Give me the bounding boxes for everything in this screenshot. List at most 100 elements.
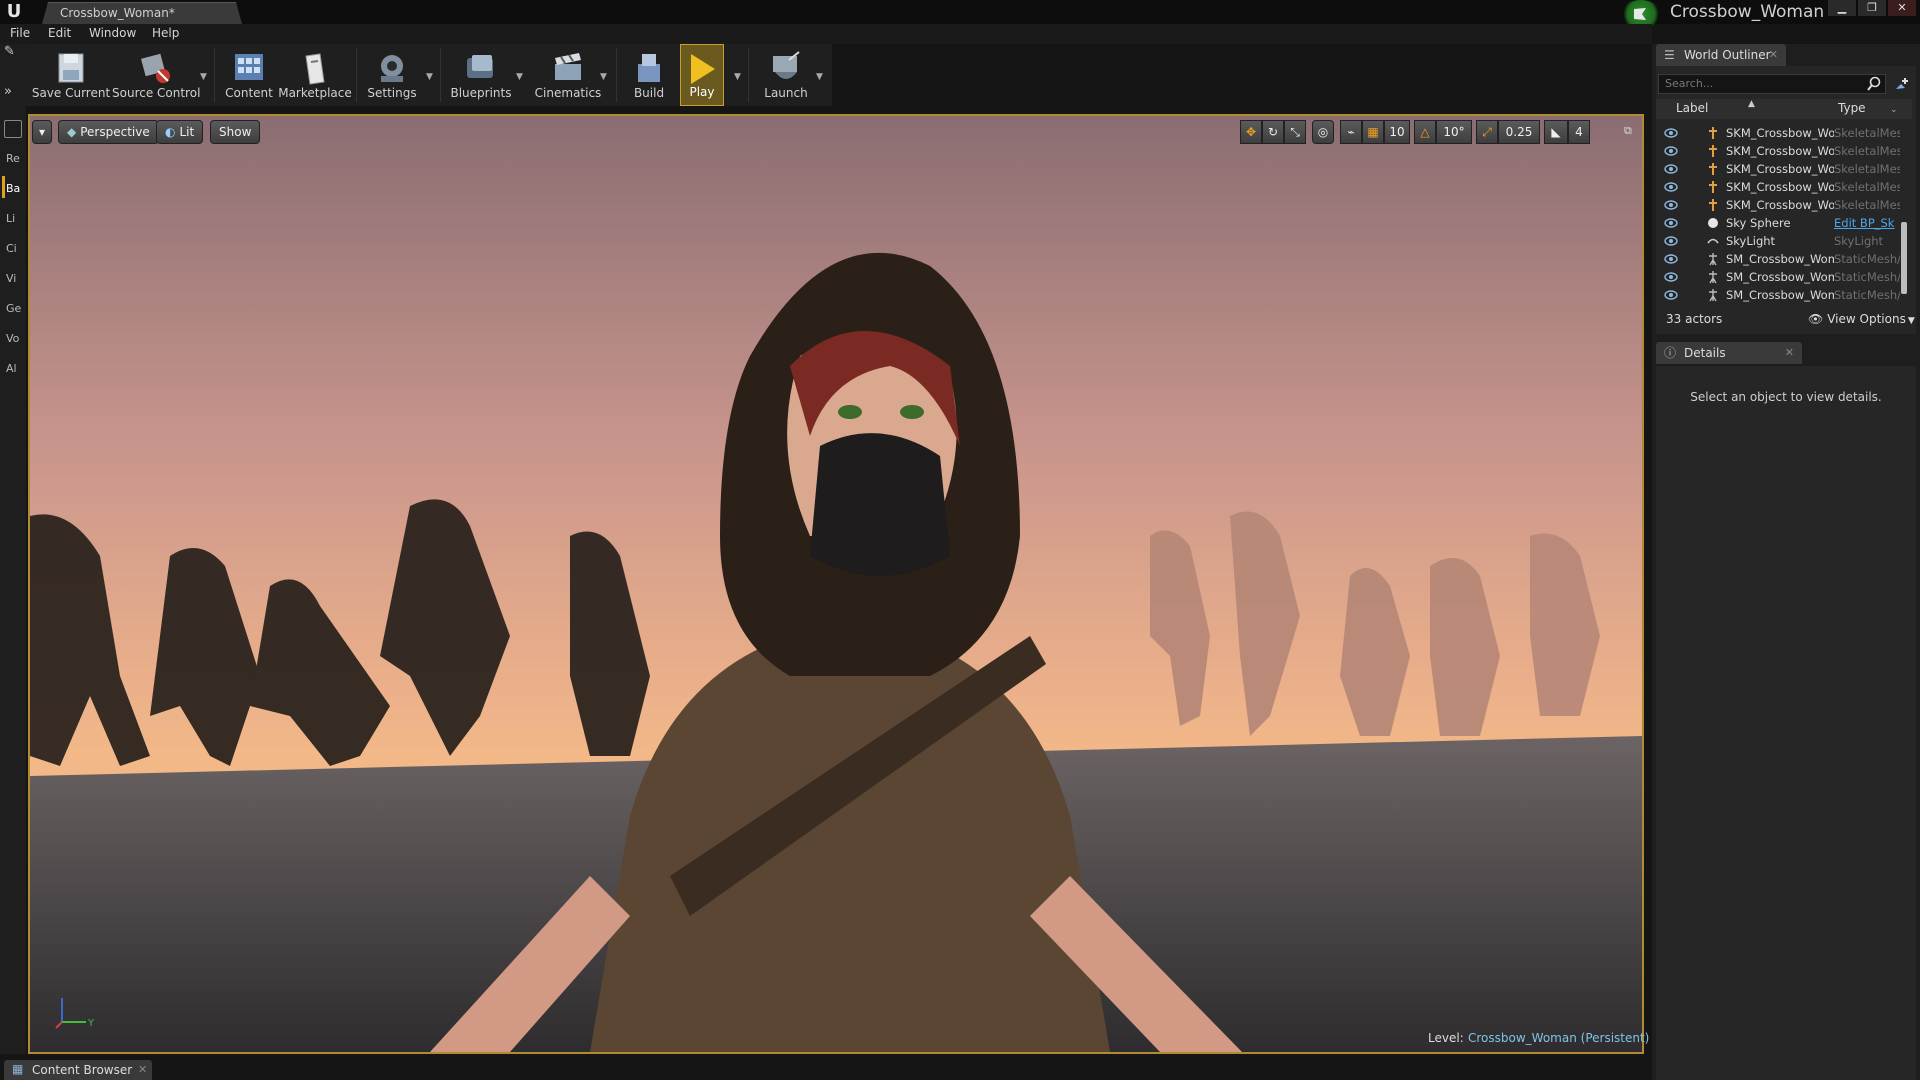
visibility-eye-icon[interactable]	[1664, 217, 1678, 229]
source-control-icon	[141, 53, 170, 83]
actor-type[interactable]: Edit BP_Sk	[1834, 216, 1900, 230]
visibility-eye-icon[interactable]	[1664, 199, 1678, 211]
search-icon[interactable]	[1866, 76, 1882, 92]
translate-mode-icon[interactable]: ✥	[1240, 120, 1262, 144]
outliner-search-input[interactable]: Search...	[1658, 74, 1886, 94]
world-outliner-tab[interactable]: ☰ World Outliner ✕	[1656, 44, 1786, 66]
launch-button[interactable]: Launch	[754, 44, 818, 106]
table-row[interactable]: SM_Crossbow_Wom StaticMesh/	[1656, 286, 1900, 304]
type-dropdown-icon[interactable]: ⌄	[1890, 105, 1898, 115]
table-row[interactable]: SM_Crossbow_Wom StaticMesh/	[1656, 250, 1900, 268]
scale-mode-icon[interactable]: ⤡	[1284, 120, 1306, 144]
play-button[interactable]: Play	[680, 44, 724, 106]
grid-snap-value[interactable]: 10	[1384, 120, 1410, 144]
column-type[interactable]: Type	[1838, 101, 1866, 115]
table-row[interactable]: SKM_Crossbow_Wo SkeletalMes	[1656, 142, 1900, 160]
content-browser-close-icon[interactable]: ✕	[138, 1063, 147, 1076]
visibility-eye-icon[interactable]	[1664, 181, 1678, 193]
blueprints-dropdown-icon[interactable]: ▼	[516, 72, 526, 82]
table-row[interactable]: SM_Crossbow_Wom StaticMesh/	[1656, 268, 1900, 286]
actor-label: SKM_Crossbow_Wo	[1726, 126, 1834, 140]
lit-button[interactable]: ◐ Lit	[156, 120, 204, 144]
rotation-snap-icon[interactable]: △	[1414, 120, 1436, 144]
viewport-options-dropdown-icon[interactable]: ▾	[32, 120, 52, 144]
details-tab[interactable]: ⓘ Details ✕	[1656, 342, 1802, 364]
cinematics-button[interactable]: Cinematics	[528, 44, 608, 106]
maximize-viewport-icon[interactable]: ⧉	[1624, 124, 1638, 138]
source-control-dropdown-icon[interactable]: ▼	[200, 72, 210, 82]
content-button[interactable]: Content	[220, 44, 278, 106]
actor-label: SkyLight	[1726, 234, 1776, 248]
mode-tab-basic[interactable]: Ba	[6, 182, 20, 195]
scale-snap-icon[interactable]: ⤢	[1476, 120, 1498, 144]
table-row[interactable]: SKM_Crossbow_Wo SkeletalMes	[1656, 124, 1900, 142]
outliner-scrollbar[interactable]	[1901, 222, 1907, 294]
add-actor-icon[interactable]	[1893, 75, 1911, 93]
modes-pin-icon[interactable]: ✎	[4, 44, 24, 62]
rotation-snap-value[interactable]: 10°	[1436, 120, 1472, 144]
marketplace-button[interactable]: Marketplace	[278, 44, 352, 106]
level-name[interactable]: Crossbow_Woman (Persistent)	[1468, 1031, 1649, 1045]
surface-snap-icon[interactable]: ⌁	[1340, 120, 1362, 144]
content-browser-tab[interactable]: ▦ Content Browser ✕	[4, 1060, 152, 1080]
menu-file[interactable]: File	[10, 26, 30, 40]
world-local-icon[interactable]: ◎	[1312, 120, 1334, 144]
grid-snap-icon[interactable]: ▦	[1362, 120, 1384, 144]
settings-dropdown-icon[interactable]: ▼	[426, 72, 436, 82]
document-tab[interactable]: Crossbow_Woman*	[42, 2, 242, 24]
camera-speed-value[interactable]: 4	[1568, 120, 1590, 144]
visibility-eye-icon[interactable]	[1664, 289, 1678, 301]
visibility-eye-icon[interactable]	[1664, 127, 1678, 139]
camera-speed-icon[interactable]: ◣	[1544, 120, 1568, 144]
level-viewport[interactable]	[28, 114, 1644, 1054]
minimize-button[interactable]: ▁	[1828, 0, 1856, 16]
menu-help[interactable]: Help	[152, 26, 179, 40]
maximize-button[interactable]: ❐	[1858, 0, 1886, 16]
mode-tab-lights[interactable]: Li	[6, 212, 15, 225]
column-label[interactable]: Label	[1676, 101, 1708, 115]
viewport-scene[interactable]	[30, 116, 1642, 1052]
save-current-button[interactable]: Save Current	[30, 44, 112, 106]
show-button[interactable]: Show	[210, 120, 261, 144]
visibility-eye-icon[interactable]	[1664, 271, 1678, 283]
expand-chevron-icon[interactable]: »	[4, 84, 24, 102]
visibility-eye-icon[interactable]	[1664, 253, 1678, 265]
menu-edit[interactable]: Edit	[48, 26, 71, 40]
mode-tab-recent[interactable]: Re	[6, 152, 20, 165]
details-info-icon: ⓘ	[1664, 346, 1677, 360]
table-row[interactable]: SKM_Crossbow_Wo SkeletalMes	[1656, 178, 1900, 196]
menu-window[interactable]: Window	[89, 26, 136, 40]
visibility-eye-icon[interactable]	[1664, 163, 1678, 175]
close-button[interactable]: ✕	[1888, 0, 1916, 16]
marketplace-icon	[305, 53, 325, 85]
mode-tab-volumes[interactable]: Vo	[6, 332, 19, 345]
table-row[interactable]: SkyLight SkyLight	[1656, 232, 1900, 250]
view-options-button[interactable]: 👁 View Options ▼	[1808, 312, 1915, 326]
launch-dropdown-icon[interactable]: ▼	[816, 72, 826, 82]
blueprints-button[interactable]: Blueprints	[444, 44, 518, 106]
table-row[interactable]: SKM_Crossbow_Wo SkeletalMes	[1656, 196, 1900, 214]
unreal-logo-icon[interactable]: U	[2, 1, 26, 23]
play-dropdown-icon[interactable]: ▼	[734, 72, 744, 82]
table-row[interactable]: SKM_Crossbow_Wo SkeletalMes	[1656, 160, 1900, 178]
bottom-bar	[0, 1058, 1652, 1080]
build-button[interactable]: Build	[620, 44, 678, 106]
world-outliner-close-icon[interactable]: ✕	[1769, 44, 1778, 66]
mode-tab-geometry[interactable]: Ge	[6, 302, 21, 315]
rotate-mode-icon[interactable]: ↻	[1262, 120, 1284, 144]
cinematics-dropdown-icon[interactable]: ▼	[600, 72, 610, 82]
details-close-icon[interactable]: ✕	[1785, 342, 1794, 364]
actor-label: Sky Sphere	[1726, 216, 1791, 230]
scale-snap-value[interactable]: 0.25	[1498, 120, 1540, 144]
mode-tab-cinematic[interactable]: Ci	[6, 242, 17, 255]
place-mode-icon[interactable]	[4, 120, 22, 138]
perspective-button[interactable]: ◆ Perspective	[58, 120, 159, 144]
build-blocks-icon	[638, 54, 660, 82]
source-control-button[interactable]: Source Control	[112, 44, 200, 106]
table-row[interactable]: Sky Sphere Edit BP_Sk	[1656, 214, 1900, 232]
mode-tab-all-classes[interactable]: Al	[6, 362, 17, 375]
mode-tab-visual-effects[interactable]: Vi	[6, 272, 16, 285]
settings-button[interactable]: Settings	[360, 44, 424, 106]
visibility-eye-icon[interactable]	[1664, 145, 1678, 157]
visibility-eye-icon[interactable]	[1664, 235, 1678, 247]
